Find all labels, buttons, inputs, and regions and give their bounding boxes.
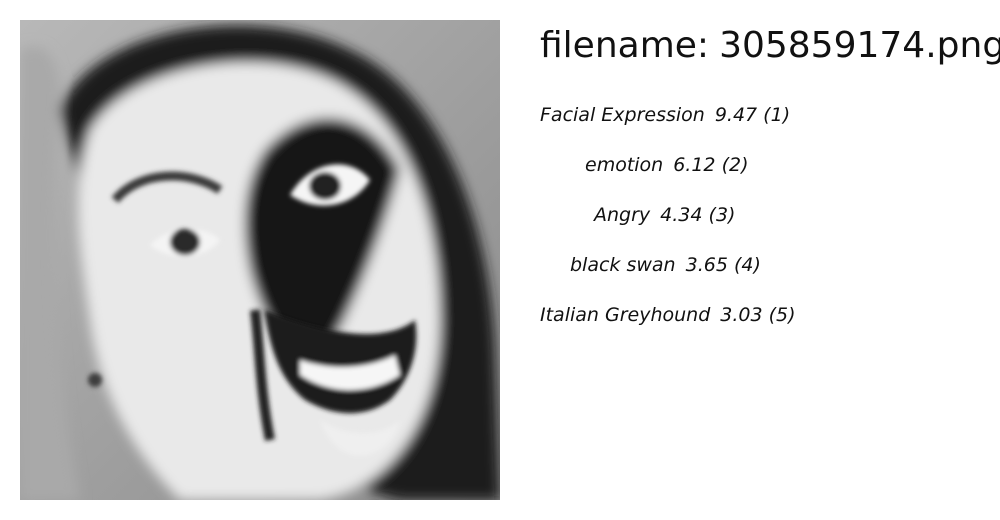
filename-title: filename: 305859174.png bbox=[540, 22, 1000, 70]
prediction-item: Angry 4.34 3 bbox=[540, 200, 800, 250]
prediction-label: emotion bbox=[585, 154, 664, 176]
prediction-list: Facial Expression 9.47 1 emotion 6.12 2 An… bbox=[540, 100, 800, 350]
prediction-rank: 3 bbox=[709, 200, 736, 230]
prediction-item: Facial Expression 9.47 1 bbox=[540, 100, 800, 150]
prediction-label: black swan bbox=[570, 254, 676, 276]
prediction-item: black swan 3.65 4 bbox=[540, 250, 800, 300]
filename-value: 305859174.png bbox=[719, 25, 1000, 66]
prediction-score: 3.65 bbox=[685, 254, 728, 276]
face-photo bbox=[20, 20, 500, 500]
prediction-rank: 4 bbox=[734, 250, 761, 280]
prediction-score: 4.34 bbox=[660, 204, 703, 226]
prediction-label: Facial Expression bbox=[540, 104, 705, 126]
prediction-score: 3.03 bbox=[720, 304, 763, 326]
prediction-rank: 2 bbox=[722, 150, 749, 180]
prediction-rank: 1 bbox=[763, 100, 790, 130]
face-photo-drawing bbox=[20, 20, 500, 500]
prediction-item: emotion 6.12 2 bbox=[540, 150, 800, 200]
prediction-label: Italian Greyhound bbox=[540, 304, 711, 326]
prediction-score: 6.12 bbox=[673, 154, 716, 176]
prediction-score: 9.47 bbox=[714, 104, 758, 126]
filename-prefix: filename: bbox=[540, 25, 710, 66]
prediction-rank: 5 bbox=[769, 300, 796, 330]
prediction-item: Italian Greyhound 3.03 5 bbox=[540, 300, 800, 350]
prediction-label: Angry bbox=[594, 204, 651, 226]
